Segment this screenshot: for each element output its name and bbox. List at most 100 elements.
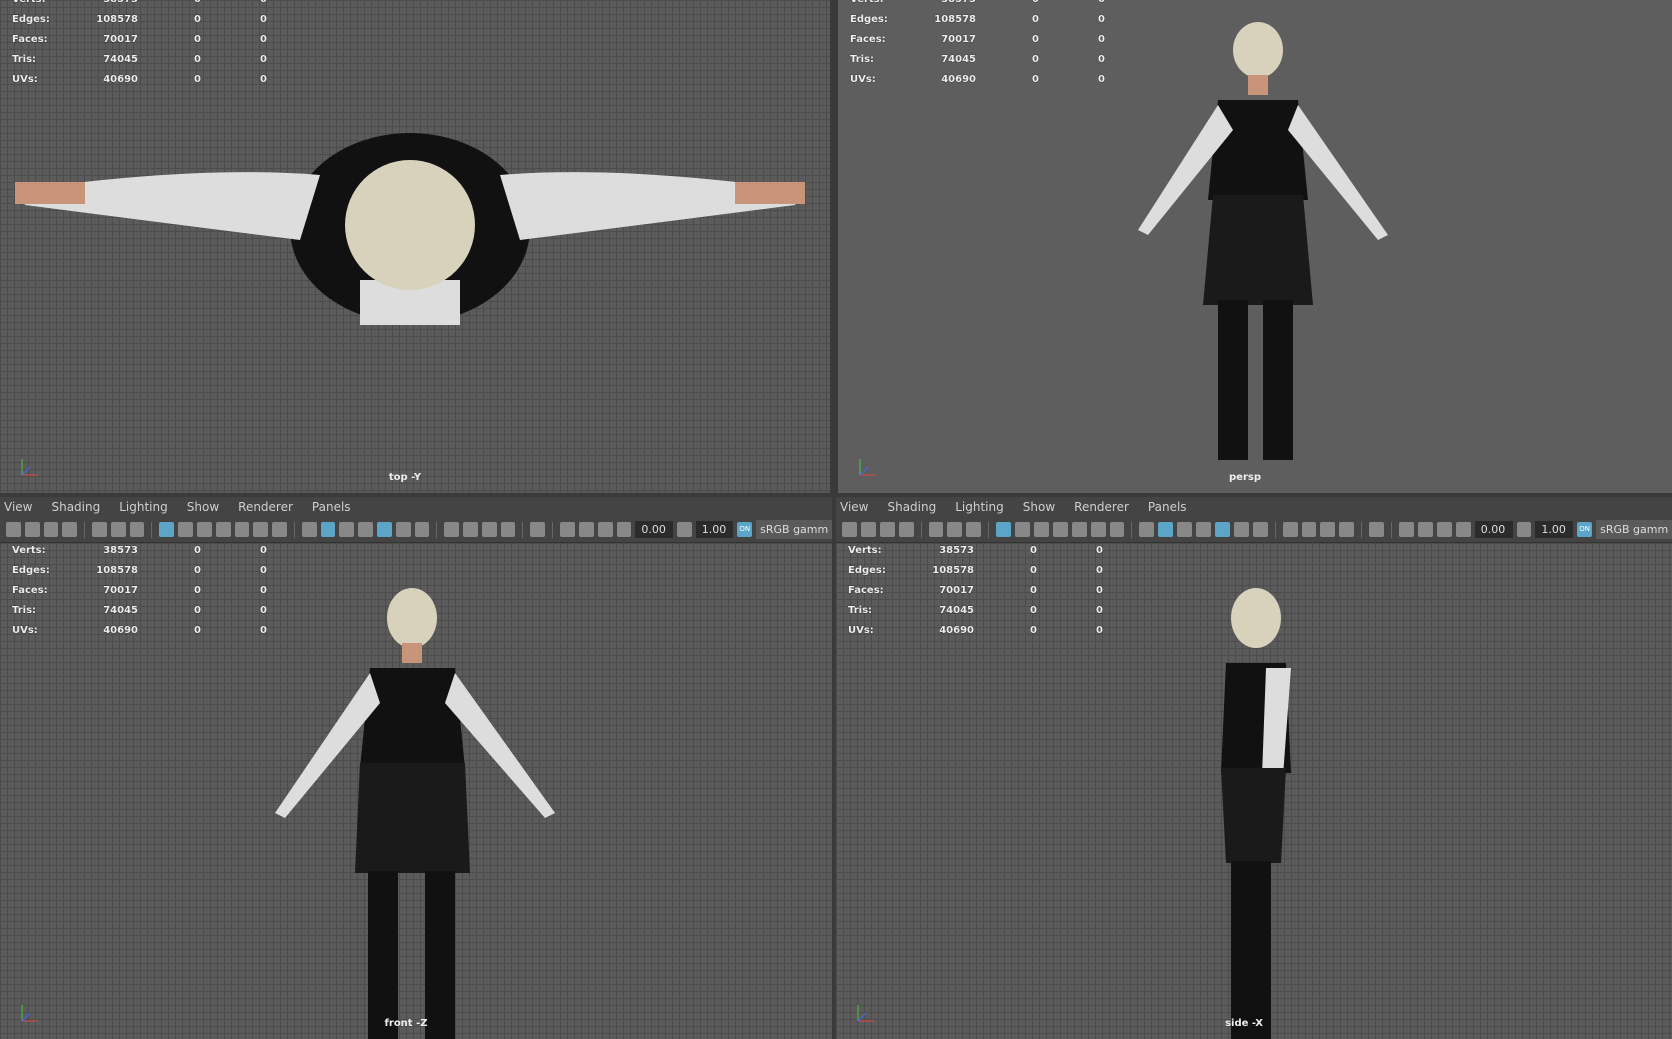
menu-shading[interactable]: Shading xyxy=(51,500,111,514)
safe-action-icon[interactable] xyxy=(1090,522,1106,537)
bookmark-icon[interactable] xyxy=(62,522,78,537)
hud-row: Faces: 70017 0 0 xyxy=(12,585,267,596)
color-management-toggle[interactable]: ON xyxy=(737,522,753,537)
isolate-select-icon[interactable] xyxy=(530,522,546,537)
camera-icon[interactable] xyxy=(6,522,21,537)
exposure-icon xyxy=(616,522,632,537)
viewport-canvas[interactable]: Verts:3857300Edges:10857800Faces:7001700… xyxy=(836,543,1672,1039)
motion-blur-icon[interactable] xyxy=(463,522,478,537)
grease-pencil-icon[interactable] xyxy=(129,522,145,537)
viewport-canvas[interactable]: Verts:3857300Edges:10857800Faces:7001700… xyxy=(838,0,1672,493)
menu-renderer[interactable]: Renderer xyxy=(238,500,304,514)
bounding-box-icon[interactable] xyxy=(1196,522,1212,537)
field-chart-icon[interactable] xyxy=(234,522,250,537)
xray-joints-icon[interactable] xyxy=(1399,522,1415,537)
safe-title-icon[interactable] xyxy=(1109,522,1125,537)
viewport-canvas[interactable]: Verts:3857300Edges:10857800Faces:7001700… xyxy=(0,543,832,1039)
smooth-shade-icon[interactable] xyxy=(1158,522,1174,537)
view-transform-select[interactable]: sRGB gamm xyxy=(756,520,832,539)
menu-lighting[interactable]: Lighting xyxy=(119,500,179,514)
gate-mask-icon[interactable] xyxy=(1052,522,1068,537)
dof-icon[interactable] xyxy=(1339,522,1355,537)
image-plane-icon[interactable] xyxy=(92,522,107,537)
resolution-gate-icon[interactable] xyxy=(197,522,212,537)
exposure-field[interactable]: 0.00 xyxy=(1474,521,1513,538)
color-management-toggle[interactable]: ON xyxy=(1577,522,1593,537)
xray-icon[interactable] xyxy=(1215,522,1230,537)
ssao-icon[interactable] xyxy=(444,522,460,537)
lights-icon[interactable] xyxy=(395,522,411,537)
menu-lighting[interactable]: Lighting xyxy=(955,500,1015,514)
gamma-field[interactable]: 1.00 xyxy=(1535,521,1574,538)
2d-pan-icon[interactable] xyxy=(947,522,963,537)
panel-toolbar: 0.00 1.00 ON sRGB gamm xyxy=(0,517,832,543)
flat-shade-icon[interactable] xyxy=(1177,522,1193,537)
field-chart-icon[interactable] xyxy=(1071,522,1087,537)
hud-row: Faces: 70017 0 0 xyxy=(850,34,1105,45)
toolbar-divider xyxy=(1361,521,1363,538)
xray-joints-icon[interactable] xyxy=(560,522,575,537)
hud-row: Verts:3857300 xyxy=(12,0,267,14)
xray-active-icon[interactable] xyxy=(579,522,594,537)
smooth-shade-icon[interactable] xyxy=(320,522,336,537)
camera-attr-icon[interactable] xyxy=(879,522,895,537)
dof-icon[interactable] xyxy=(500,522,516,537)
film-gate-icon[interactable] xyxy=(178,522,193,537)
axis-gizmo-icon xyxy=(21,1005,38,1022)
exposure-field[interactable]: 0.00 xyxy=(635,521,673,538)
shadows-icon[interactable] xyxy=(414,522,430,537)
view-transform-select[interactable]: sRGB gamm xyxy=(1596,520,1672,539)
camera-attr-icon[interactable] xyxy=(43,522,59,537)
menu-shading[interactable]: Shading xyxy=(887,500,947,514)
menu-show[interactable]: Show xyxy=(1023,500,1066,514)
menu-view[interactable]: View xyxy=(4,500,43,514)
panel-menu-bar: View Shading Lighting Show Renderer Panels xyxy=(836,497,1672,517)
xray-icon[interactable] xyxy=(377,522,392,537)
camera-icon[interactable] xyxy=(842,522,857,537)
gate-mask-icon[interactable] xyxy=(215,522,231,537)
menu-renderer[interactable]: Renderer xyxy=(1074,500,1140,514)
2d-pan-icon[interactable] xyxy=(110,522,126,537)
safe-action-icon[interactable] xyxy=(253,522,269,537)
image-plane-icon[interactable] xyxy=(928,522,944,537)
bounding-box-icon[interactable] xyxy=(358,522,374,537)
bookmark-icon[interactable] xyxy=(898,522,914,537)
menu-panels[interactable]: Panels xyxy=(312,500,362,514)
textured-icon[interactable] xyxy=(1436,522,1452,537)
gamma-icon xyxy=(1516,522,1532,537)
viewport-topy[interactable]: Verts:3857300Edges:10857800 Faces:7001700… xyxy=(0,0,830,493)
toolbar-divider xyxy=(552,521,554,538)
resolution-gate-icon[interactable] xyxy=(1034,522,1049,537)
menu-panels[interactable]: Panels xyxy=(1148,500,1198,514)
xray-active-icon[interactable] xyxy=(1418,522,1433,537)
toolbar-divider xyxy=(988,521,990,538)
menu-show[interactable]: Show xyxy=(187,500,230,514)
ssao-icon[interactable] xyxy=(1282,522,1298,537)
viewport-canvas[interactable]: Verts:3857300Edges:10857800Faces:7001700… xyxy=(0,0,830,493)
lights-icon[interactable] xyxy=(1233,522,1249,537)
camera-lock-icon[interactable] xyxy=(860,522,876,537)
grid-icon[interactable] xyxy=(159,522,175,537)
toolbar-divider xyxy=(1391,521,1393,538)
safe-title-icon[interactable] xyxy=(272,522,287,537)
grid-icon[interactable] xyxy=(996,522,1012,537)
viewport-persp[interactable]: Verts:3857300Edges:10857800 Faces:7001700… xyxy=(838,0,1672,493)
aa-icon[interactable] xyxy=(1320,522,1336,537)
grease-pencil-icon[interactable] xyxy=(966,522,982,537)
motion-blur-icon[interactable] xyxy=(1301,522,1317,537)
viewport-frontz[interactable]: View Shading Lighting Show Renderer Panels 0.0… xyxy=(0,497,832,1039)
axis-gizmo-icon xyxy=(857,1005,874,1022)
gamma-field[interactable]: 1.00 xyxy=(695,521,734,538)
wireframe-icon[interactable] xyxy=(1139,522,1155,537)
menu-view[interactable]: View xyxy=(840,500,879,514)
shadows-icon[interactable] xyxy=(1252,522,1268,537)
textured-icon[interactable] xyxy=(597,522,613,537)
camera-lock-icon[interactable] xyxy=(24,522,40,537)
wireframe-icon[interactable] xyxy=(301,522,317,537)
film-gate-icon[interactable] xyxy=(1015,522,1031,537)
flat-shade-icon[interactable] xyxy=(339,522,355,537)
viewport-sidex[interactable]: View Shading Lighting Show Renderer Panels 0.0… xyxy=(836,497,1672,1039)
hud-row: Edges: 108578 0 0 xyxy=(850,14,1105,25)
isolate-select-icon[interactable] xyxy=(1369,522,1385,537)
aa-icon[interactable] xyxy=(481,522,497,537)
